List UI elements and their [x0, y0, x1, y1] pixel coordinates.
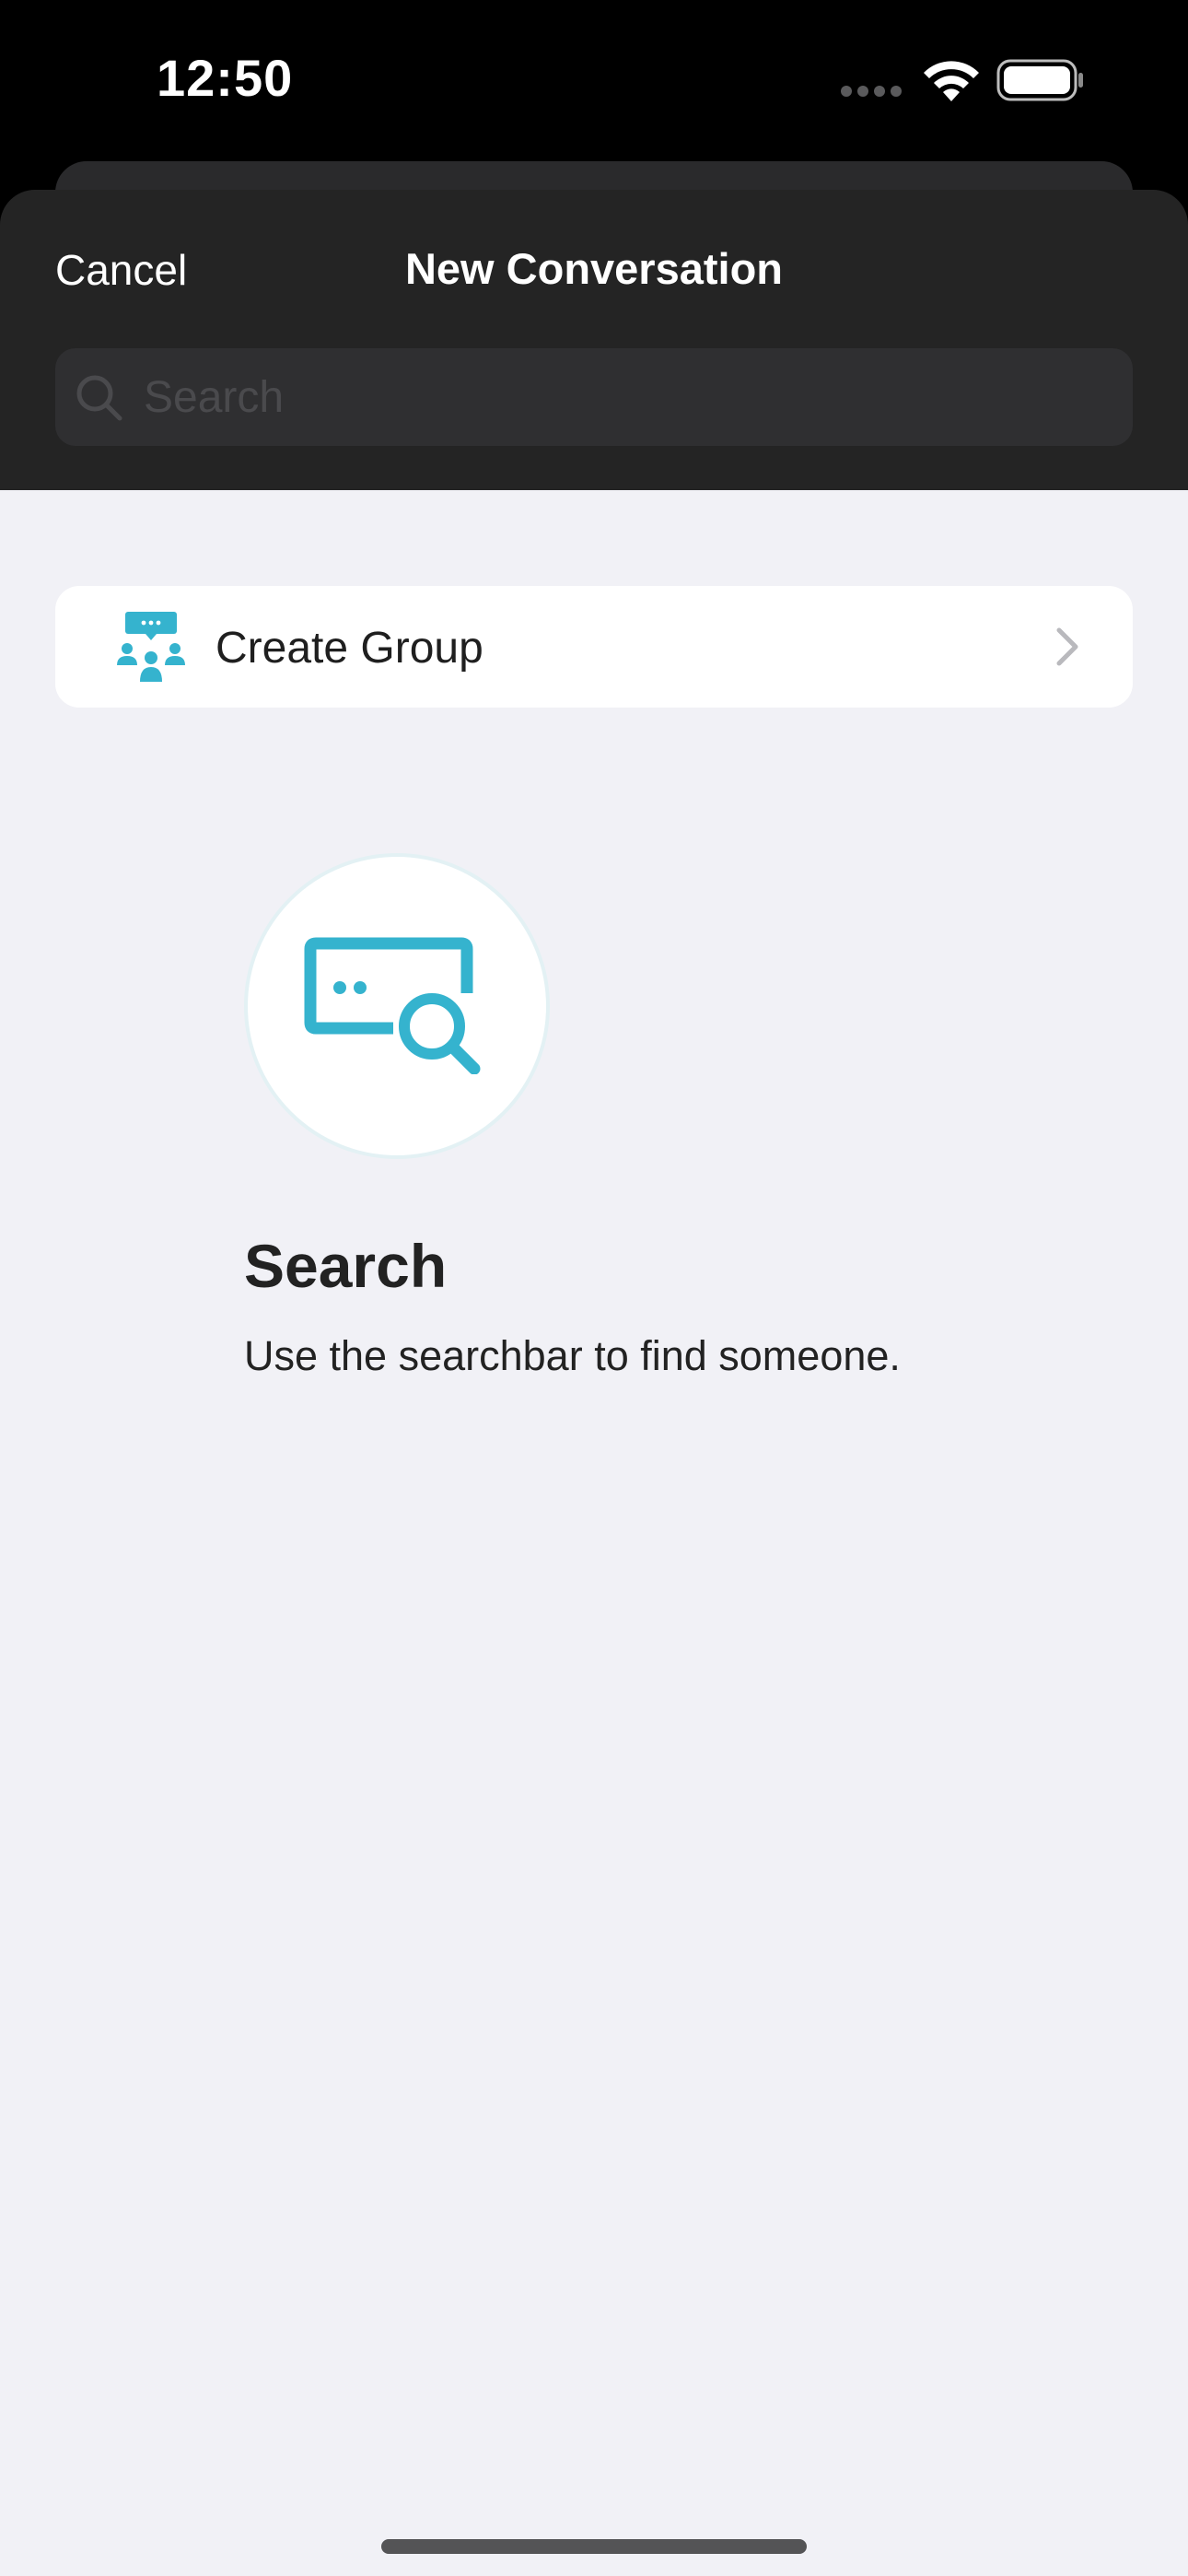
- empty-state-subtitle: Use the searchbar to find someone.: [244, 1332, 901, 1379]
- create-group-button[interactable]: Create Group: [55, 586, 1133, 708]
- empty-state-illustration: [244, 853, 550, 1159]
- new-conversation-screen: 12:50 Cancel New Conversation Search Cre…: [0, 0, 1188, 2576]
- search-icon: [76, 375, 122, 421]
- content-area: Create Group Search Use the searchbar to…: [0, 490, 1188, 2576]
- status-time: 12:50: [157, 49, 294, 107]
- message-search-icon: [304, 937, 481, 1074]
- battery-icon: [996, 59, 1083, 101]
- modal-header: Cancel New Conversation: [0, 190, 1188, 490]
- home-indicator[interactable]: [381, 2539, 807, 2554]
- create-group-label: Create Group: [215, 624, 483, 673]
- search-bar[interactable]: [55, 348, 1133, 446]
- empty-state-title: Search: [244, 1232, 448, 1300]
- status-bar: 12:50: [0, 0, 1188, 157]
- group-chat-icon: [117, 612, 185, 682]
- search-input[interactable]: [144, 348, 1111, 446]
- chevron-right-icon: [1056, 627, 1078, 666]
- cellular-signal-icon: [841, 86, 902, 97]
- cancel-button[interactable]: Cancel: [55, 245, 187, 295]
- wifi-icon: [924, 61, 979, 101]
